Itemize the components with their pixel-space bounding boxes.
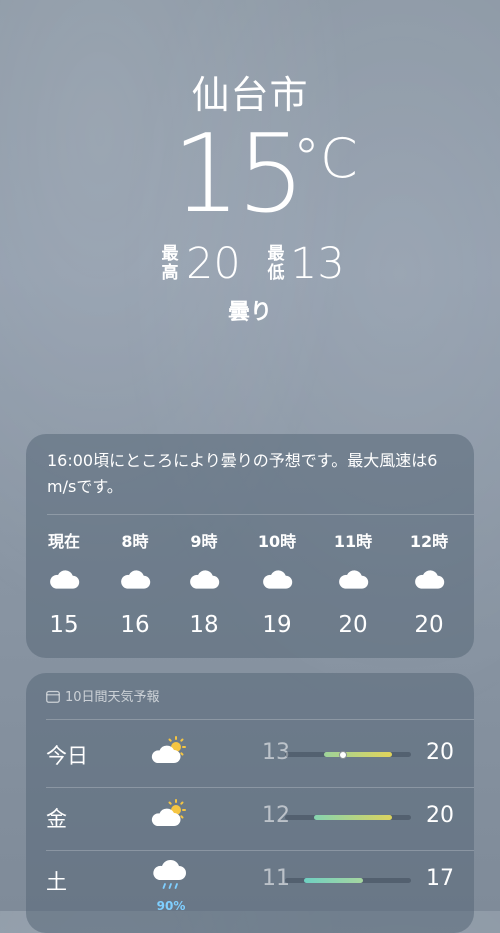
temperature-range-bar bbox=[285, 878, 411, 883]
partly-sunny-icon bbox=[151, 799, 186, 826]
low-label-top: 最 bbox=[267, 244, 285, 264]
day-name: 土 bbox=[46, 870, 67, 894]
day-high: 20 bbox=[426, 740, 454, 765]
hour-temp: 15 bbox=[49, 612, 79, 638]
hour-time: 10時 bbox=[257, 532, 297, 551]
hour-item: 10時 19 bbox=[242, 526, 312, 646]
hour-temp: 20 bbox=[338, 612, 368, 638]
temperature-unit: °C bbox=[293, 127, 358, 190]
hour-item: 9時 18 bbox=[169, 526, 239, 646]
hour-time: 9時 bbox=[190, 532, 218, 551]
current-temperature: 15 °C bbox=[0, 115, 500, 235]
daily-forecast-header: 10日間天気予報 bbox=[46, 686, 160, 706]
hour-temp: 18 bbox=[189, 612, 219, 638]
divider bbox=[46, 850, 474, 851]
calendar-icon bbox=[46, 690, 60, 703]
hour-temp: 20 bbox=[414, 612, 444, 638]
day-high: 17 bbox=[426, 866, 454, 891]
day-low: 12 bbox=[262, 803, 290, 828]
high-temp: 20 bbox=[186, 239, 241, 289]
hour-time: 現在 bbox=[47, 532, 80, 551]
hour-item: 12時 20 bbox=[394, 526, 464, 646]
cloud-icon bbox=[100, 568, 170, 602]
day-row[interactable]: 土 90% 11 17 bbox=[26, 854, 474, 914]
high-low: 最 高 20 最 低 13 bbox=[0, 240, 500, 288]
temperature-range-fill bbox=[304, 878, 363, 883]
hour-temp: 19 bbox=[262, 612, 292, 638]
day-name: 今日 bbox=[46, 744, 88, 768]
hourly-list[interactable]: 現在 15 8時 16 9時 18 10時 19 11時 20 12時 20 bbox=[26, 526, 474, 646]
hour-time: 8時 bbox=[121, 532, 149, 551]
temperature-range-bar bbox=[285, 815, 411, 820]
daily-forecast-title: 10日間天気予報 bbox=[65, 690, 160, 705]
temperature-range-fill bbox=[314, 815, 392, 820]
current-conditions: 仙台市 15 °C 最 高 20 最 低 13 曇り bbox=[0, 0, 500, 340]
high-label-top: 最 bbox=[161, 244, 179, 264]
day-low: 13 bbox=[262, 740, 290, 765]
cloud-icon bbox=[169, 568, 239, 602]
hourly-forecast-card[interactable]: 16:00頃にところにより曇りの予想です。最大風速は6 m/sです。 現在 15… bbox=[26, 434, 474, 658]
cloud-icon bbox=[318, 568, 388, 602]
cloud-icon bbox=[242, 568, 312, 602]
city-name: 仙台市 bbox=[191, 73, 309, 117]
divider bbox=[46, 787, 474, 788]
hour-temp: 16 bbox=[120, 612, 150, 638]
hour-item: 8時 16 bbox=[100, 526, 170, 646]
condition-text: 曇り bbox=[227, 300, 272, 325]
day-low: 11 bbox=[262, 866, 290, 891]
temperature-value: 15 bbox=[172, 112, 305, 237]
day-row[interactable]: 今日 13 20 bbox=[26, 728, 474, 788]
divider bbox=[46, 719, 474, 720]
day-row[interactable]: 金 12 20 bbox=[26, 791, 474, 851]
partly-sunny-icon bbox=[151, 736, 186, 763]
temperature-range-fill bbox=[323, 752, 392, 757]
day-high: 20 bbox=[426, 803, 454, 828]
divider bbox=[47, 514, 474, 515]
hour-time: 12時 bbox=[409, 532, 449, 551]
high-label-bottom: 高 bbox=[161, 263, 179, 283]
hour-item: 11時 20 bbox=[318, 526, 388, 646]
forecast-summary: 16:00頃にところにより曇りの予想です。最大風速は6 m/sです。 bbox=[47, 451, 438, 496]
daily-forecast-card[interactable]: 10日間天気予報 今日 13 20 金 12 20 土 90% 11 17 bbox=[26, 673, 474, 933]
current-temp-marker bbox=[339, 750, 348, 759]
day-name: 金 bbox=[46, 807, 67, 831]
hour-time: 11時 bbox=[333, 532, 373, 551]
cloud-icon bbox=[29, 568, 99, 602]
temperature-range-bar bbox=[285, 750, 411, 759]
cloud-icon bbox=[394, 568, 464, 602]
hour-item: 現在 15 bbox=[29, 526, 99, 646]
low-label-bottom: 低 bbox=[267, 263, 285, 283]
low-temp: 13 bbox=[290, 239, 345, 289]
